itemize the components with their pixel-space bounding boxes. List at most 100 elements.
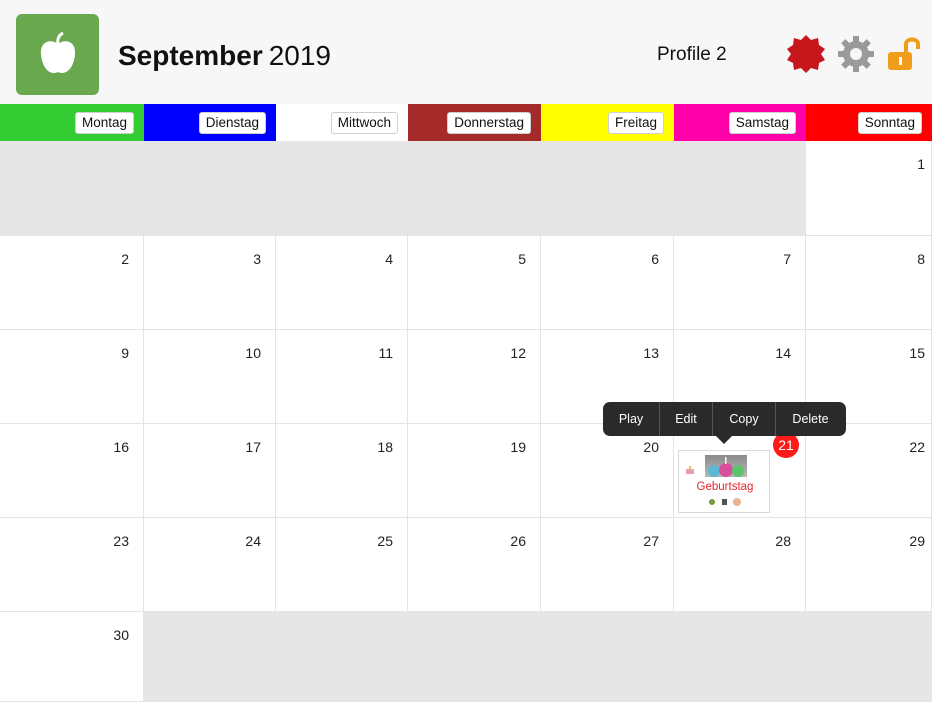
weekday-donnerstag: Donnerstag: [408, 104, 541, 141]
day-number: 15: [909, 345, 925, 361]
day-cell[interactable]: 4: [276, 236, 408, 330]
day-cell[interactable]: 3: [144, 236, 276, 330]
day-cell[interactable]: 29: [806, 518, 932, 612]
day-number: 23: [113, 533, 129, 549]
day-cell[interactable]: 25: [276, 518, 408, 612]
weekday-freitag: Freitag: [541, 104, 674, 141]
day-number: 1: [917, 156, 925, 172]
empty-day-cell: [674, 612, 806, 702]
menu-copy-button[interactable]: Copy: [713, 402, 775, 436]
weekday-label: Freitag: [607, 111, 664, 134]
day-number: 8: [917, 251, 925, 267]
event-photo: [705, 455, 747, 477]
day-cell[interactable]: 1: [806, 141, 932, 236]
empty-day-cell: [0, 141, 144, 236]
empty-day-cell: [408, 141, 541, 236]
weekday-header: Montag Dienstag Mittwoch Donnerstag Freitag S…: [0, 104, 932, 141]
day-number: 26: [510, 533, 526, 549]
day-cell[interactable]: 28: [674, 518, 806, 612]
day-cell[interactable]: 26: [408, 518, 541, 612]
day-cell[interactable]: 6: [541, 236, 674, 330]
weekday-label: Samstag: [728, 111, 796, 134]
weekday-label: Donnerstag: [447, 111, 531, 134]
day-number: 27: [643, 533, 659, 549]
day-number: 5: [518, 251, 526, 267]
day-cell[interactable]: 19: [408, 424, 541, 518]
empty-day-cell: [806, 612, 932, 702]
empty-day-cell: [276, 141, 408, 236]
event-context-menu: Play Edit Copy Delete: [603, 402, 846, 444]
event-card[interactable]: Geburtstag: [678, 450, 770, 513]
year-label: 2019: [268, 40, 332, 71]
day-number: 24: [245, 533, 261, 549]
weekday-sonntag: Sonntag: [806, 104, 932, 141]
day-number: 13: [643, 345, 659, 361]
day-number: 20: [643, 439, 659, 455]
day-number: 10: [245, 345, 261, 361]
menu-delete-button[interactable]: Delete: [776, 402, 845, 436]
event-symbols: [679, 497, 771, 509]
day-number: 28: [775, 533, 791, 549]
cake-icon: [685, 461, 695, 474]
empty-day-cell: [674, 141, 806, 236]
weekday-montag: Montag: [0, 104, 144, 141]
day-number: 14: [775, 345, 791, 361]
day-number: 9: [121, 345, 129, 361]
empty-day-cell: [541, 141, 674, 236]
day-number: 22: [909, 439, 925, 455]
day-number: 17: [245, 439, 261, 455]
day-cell[interactable]: 2: [0, 236, 144, 330]
day-number: 6: [651, 251, 659, 267]
day-cell[interactable]: 20: [541, 424, 674, 518]
day-number: 4: [385, 251, 393, 267]
day-cell[interactable]: 23: [0, 518, 144, 612]
weekday-samstag: Samstag: [674, 104, 806, 141]
menu-edit-button[interactable]: Edit: [660, 402, 712, 436]
day-cell[interactable]: 9: [0, 330, 144, 424]
empty-day-cell: [276, 612, 408, 702]
day-cell[interactable]: 18: [276, 424, 408, 518]
weekday-label: Sonntag: [857, 111, 922, 134]
weekday-label: Mittwoch: [330, 111, 398, 134]
empty-day-cell: [408, 612, 541, 702]
day-number: 7: [783, 251, 791, 267]
profile-label[interactable]: Profile 2: [657, 44, 727, 66]
popover-arrow: [715, 435, 733, 444]
empty-day-cell: [144, 612, 276, 702]
apple-icon[interactable]: [16, 14, 99, 95]
month-label: September: [118, 40, 263, 71]
day-number: 18: [377, 439, 393, 455]
weekday-label: Montag: [74, 111, 134, 134]
weekday-label: Dienstag: [198, 111, 266, 134]
weekday-mittwoch: Mittwoch: [276, 104, 408, 141]
day-number: 25: [377, 533, 393, 549]
weekday-dienstag: Dienstag: [144, 104, 276, 141]
day-number: 30: [113, 627, 129, 643]
day-number: 3: [253, 251, 261, 267]
day-cell[interactable]: 17: [144, 424, 276, 518]
day-cell[interactable]: 12: [408, 330, 541, 424]
day-cell[interactable]: 11: [276, 330, 408, 424]
day-cell[interactable]: 8: [806, 236, 932, 330]
empty-day-cell: [541, 612, 674, 702]
day-cell[interactable]: 7: [674, 236, 806, 330]
day-number: 2: [121, 251, 129, 267]
day-cell[interactable]: 22: [806, 424, 932, 518]
day-cell[interactable]: 24: [144, 518, 276, 612]
day-cell[interactable]: 27: [541, 518, 674, 612]
red-badge-icon[interactable]: [784, 32, 828, 76]
day-number: 11: [378, 345, 393, 361]
day-number: 19: [510, 439, 526, 455]
day-number: 16: [113, 439, 129, 455]
event-title: Geburtstag: [696, 481, 754, 493]
day-cell[interactable]: 5: [408, 236, 541, 330]
gear-icon[interactable]: [834, 32, 878, 76]
unlocked-padlock-icon[interactable]: [882, 32, 926, 76]
menu-play-button[interactable]: Play: [603, 402, 659, 436]
day-number: 29: [909, 533, 925, 549]
day-cell[interactable]: 16: [0, 424, 144, 518]
day-cell[interactable]: 10: [144, 330, 276, 424]
day-cell[interactable]: 30: [0, 612, 144, 702]
empty-day-cell: [144, 141, 276, 236]
month-title: September 2019: [118, 40, 331, 72]
